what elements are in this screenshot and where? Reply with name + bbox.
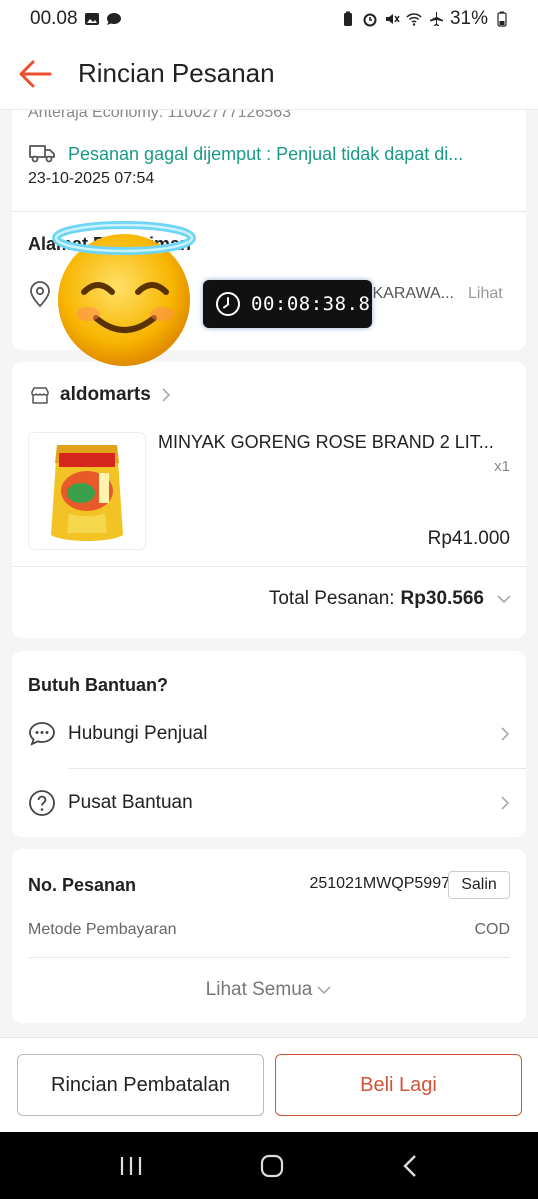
help-card: Butuh Bantuan? Hubungi Penjual Pusat Ban… [12,651,526,837]
order-total-row[interactable]: Total Pesanan: Rp30.566 [269,588,512,610]
clock-icon [216,292,240,316]
location-pin-icon [30,281,50,308]
product-name[interactable]: MINYAK GORENG ROSE BRAND 2 LIT... [158,432,508,453]
divider [12,211,526,212]
see-all-button[interactable]: Lihat Semua [12,979,526,1001]
status-bar: 00.08 31% [0,0,538,38]
chevron-right-icon [501,727,510,741]
help-center-label: Pusat Bantuan [68,792,193,813]
see-all-label: Lihat Semua [205,979,313,1000]
help-center-row[interactable]: Pusat Bantuan [28,789,510,817]
battery-icon [497,11,507,27]
battery-level: 31% [449,8,488,29]
tracking-status-text: Pesanan gagal dijemput : Penjual tidak d… [68,144,464,164]
divider [28,957,510,958]
status-time: 00.08 [30,8,78,29]
contact-seller-label: Hubungi Penjual [68,723,208,744]
payment-method-label: Metode Pembayaran [28,921,177,938]
chevron-down-icon [317,986,331,995]
chevron-right-icon [162,388,170,402]
screen-timer-overlay: 00:08:38.8 [203,280,372,328]
battery-saver-icon [343,11,352,26]
app-bar: Rincian Pesanan [0,38,538,110]
order-item-card: aldomarts MINYAK GORENG ROSE BRAND 2 LIT… [12,362,526,638]
tracking-status[interactable]: Pesanan gagal dijemput : Penjual tidak d… [28,142,508,165]
recent-apps-icon[interactable] [118,1154,144,1178]
copy-button[interactable]: Salin [448,871,510,899]
divider [12,566,526,567]
oil-pouch-image [51,445,123,541]
product-image[interactable] [28,432,146,550]
store-icon [31,387,49,404]
timer-value: 00:08:38.8 [251,293,371,315]
product-quantity: x1 [494,458,510,475]
bottom-action-bar: Rincian Pembatalan Beli Lagi [0,1037,538,1132]
payment-method-value: COD [474,921,510,938]
order-info-card: No. Pesanan 251021MWQP5997 Salin Metode … [12,849,526,1023]
mute-icon [385,14,400,24]
back-arrow-icon [19,60,52,87]
back-button[interactable] [0,38,70,110]
shop-link[interactable]: aldomarts [30,384,171,406]
back-nav-icon[interactable] [400,1153,420,1179]
gallery-icon [84,13,99,25]
chat-icon [29,722,55,746]
question-icon [29,790,55,816]
wifi-icon [406,13,422,26]
address-see-link[interactable]: Lihat [468,285,503,303]
system-nav-bar [0,1132,538,1199]
home-icon[interactable] [259,1153,285,1179]
order-total-label: Total Pesanan: [268,588,395,609]
chevron-right-icon [501,796,510,810]
order-number-label: No. Pesanan [28,875,137,895]
tracking-status-time: 23-10-2025 07:54 [28,170,155,187]
alarm-icon [363,13,377,27]
divider [68,768,526,769]
cancel-details-button[interactable]: Rincian Pembatalan [17,1054,264,1116]
contact-seller-row[interactable]: Hubungi Penjual [28,721,510,747]
halo-smiley-sticker [52,221,196,366]
airplane-icon [429,12,443,26]
order-total-value: Rp30.566 [400,588,484,609]
page-title: Rincian Pesanan [78,58,275,88]
help-title: Butuh Bantuan? [28,675,168,695]
shop-name: aldomarts [60,384,151,405]
chevron-down-icon [497,595,511,604]
truck-icon [29,145,55,163]
buy-again-button[interactable]: Beli Lagi [275,1054,522,1116]
message-icon [106,13,121,25]
product-price: Rp41.000 [427,528,510,549]
order-number-value: 251021MWQP5997 [309,875,450,892]
